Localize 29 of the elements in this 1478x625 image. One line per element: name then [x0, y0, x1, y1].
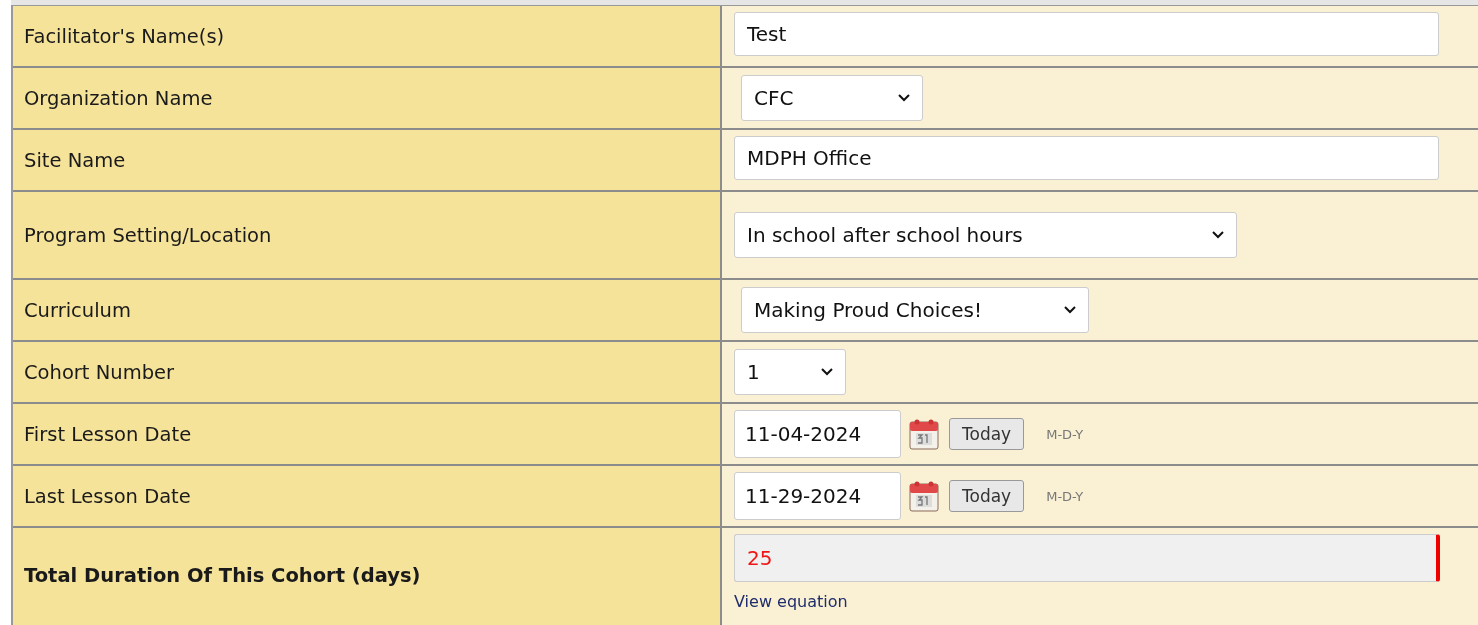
calendar-icon[interactable]: [909, 480, 939, 512]
date-format-hint: M-D-Y: [1046, 488, 1084, 504]
date-format-hint: M-D-Y: [1046, 426, 1084, 442]
text-field[interactable]: MDPH Office: [734, 136, 1439, 180]
view-equation-link[interactable]: View equation: [734, 592, 848, 611]
chevron-down-icon: [821, 368, 833, 376]
dropdown[interactable]: CFC: [741, 75, 923, 121]
today-button[interactable]: Today: [949, 418, 1025, 450]
field-label: Facilitator's Name(s): [24, 24, 225, 48]
field-label: Curriculum: [24, 298, 131, 322]
dropdown[interactable]: 1: [734, 349, 846, 395]
field-label: Total Duration Of This Cohort (days): [24, 564, 421, 587]
field-label: Site Name: [24, 148, 126, 172]
dropdown[interactable]: Making Proud Choices!: [741, 287, 1089, 333]
chevron-down-icon: [898, 94, 910, 102]
field-label: First Lesson Date: [24, 422, 192, 446]
field-label: Program Setting/Location: [24, 223, 272, 247]
chevron-down-icon: [1212, 231, 1224, 239]
date-field[interactable]: 11-04-2024: [734, 410, 901, 458]
readonly-field: 25: [734, 534, 1440, 582]
text-field[interactable]: Test: [734, 12, 1439, 56]
date-field[interactable]: 11-29-2024: [734, 472, 901, 520]
field-label: Cohort Number: [24, 360, 175, 384]
dropdown[interactable]: In school after school hours: [734, 212, 1237, 258]
field-label: Last Lesson Date: [24, 484, 191, 508]
chevron-down-icon: [1064, 306, 1076, 314]
today-button[interactable]: Today: [949, 480, 1025, 512]
calendar-icon[interactable]: [909, 418, 939, 450]
field-label: Organization Name: [24, 86, 213, 110]
